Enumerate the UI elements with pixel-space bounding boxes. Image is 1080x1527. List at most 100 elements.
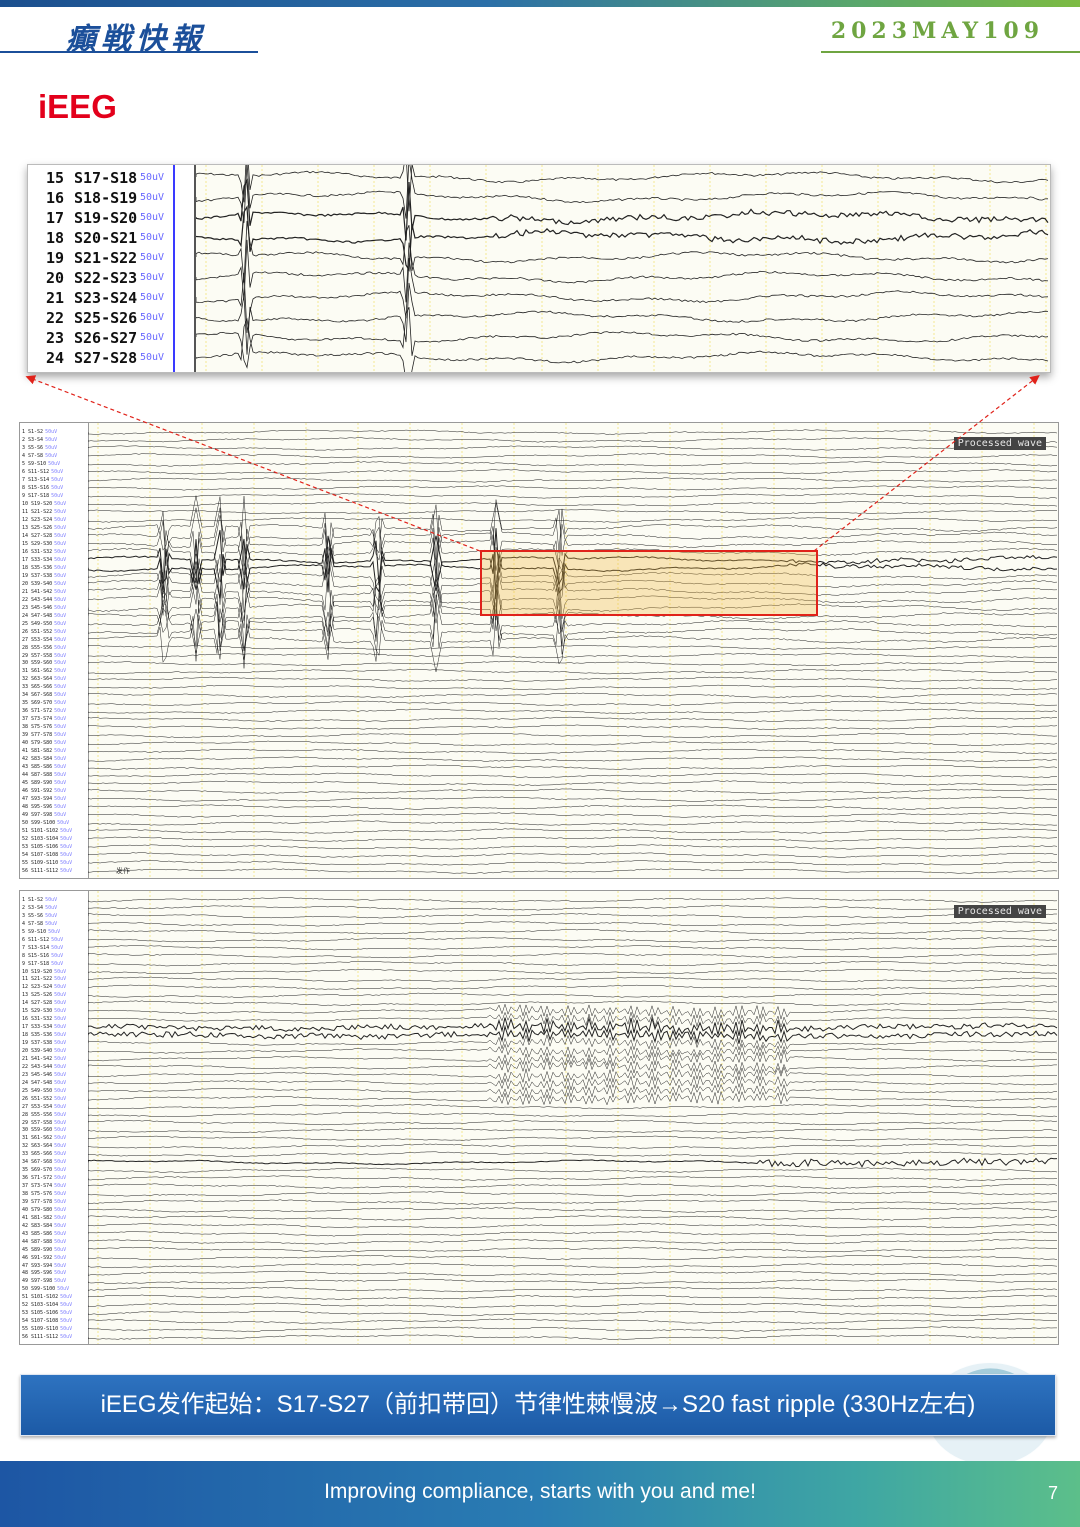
channel-label: 46 S91-S92 50uV bbox=[22, 788, 67, 795]
channel-label: 2 S3-S4 50uV bbox=[22, 904, 58, 911]
channel-label: 20 S39-S40 50uV bbox=[22, 1047, 67, 1054]
channel-label: 40 S79-S80 50uV bbox=[22, 1206, 67, 1213]
channel-label: 17 S33-S34 50uV bbox=[22, 1024, 67, 1031]
channel-label: 37 S73-S74 50uV bbox=[22, 716, 67, 723]
channel-label: 25 S49-S50 50uV bbox=[22, 620, 67, 627]
channel-label: 34 S67-S68 50uV bbox=[22, 1159, 67, 1166]
channel-label: 32 S63-S64 50uV bbox=[22, 1143, 67, 1150]
caption-text: iEEG发作起始：S17-S27（前扣带回）节律性棘慢波→S20 fast ri… bbox=[100, 1391, 976, 1418]
channel-label: 1 S1-S2 50uV bbox=[22, 897, 58, 903]
channel-label: 52 S103-S104 50uV bbox=[22, 1302, 73, 1309]
channel-label: 48 S95-S96 50uV bbox=[22, 804, 67, 811]
channel-label: 56 S111-S112 50uV bbox=[22, 868, 73, 875]
left-arrow bbox=[25, 375, 481, 552]
channel-label: 51 S101-S102 50uV bbox=[22, 1294, 73, 1301]
channel-label: 39 S77-S78 50uV bbox=[22, 732, 67, 739]
channel-label: 50 S99-S100 50uV bbox=[22, 1286, 70, 1293]
channel-label: 42 S83-S84 50uV bbox=[22, 1222, 67, 1229]
channel-label: 31 S61-S62 50uV bbox=[22, 668, 67, 675]
channel-label: 21 S41-S42 50uV bbox=[22, 1055, 67, 1062]
channel-label: 11 S21-S22 50uV bbox=[22, 976, 67, 983]
channel-label: 41 S81-S82 50uV bbox=[22, 748, 67, 755]
channel-label: 10 S19-S20 50uV bbox=[22, 968, 67, 975]
footer-bar: Improving compliance, starts with you an… bbox=[0, 1461, 1080, 1527]
channel-label: 31 S61-S62 50uV bbox=[22, 1135, 67, 1142]
channel-label: 8 S15-S16 50uV bbox=[22, 952, 64, 959]
zoom-callout-arrows bbox=[25, 375, 1040, 552]
channel-label: 43 S85-S86 50uV bbox=[22, 1230, 67, 1237]
channel-label: 40 S79-S80 50uV bbox=[22, 740, 67, 747]
channel-label: 53 S105-S106 50uV bbox=[22, 844, 73, 851]
channel-label: 54 S107-S108 50uV bbox=[22, 852, 73, 859]
channel-label: 7 S13-S14 50uV bbox=[22, 944, 64, 951]
right-arrow bbox=[813, 375, 1040, 552]
channel-label: 33 S65-S66 50uV bbox=[22, 684, 67, 691]
channel-label: 49 S97-S98 50uV bbox=[22, 812, 67, 819]
footer-slogan: Improving compliance, starts with you an… bbox=[324, 1480, 756, 1503]
channel-label: 36 S71-S72 50uV bbox=[22, 1175, 67, 1182]
channel-label: 38 S75-S76 50uV bbox=[22, 724, 67, 731]
channel-label: 12 S23-S24 50uV bbox=[22, 984, 67, 991]
page-number: 7 bbox=[1047, 1483, 1058, 1503]
processed-wave-badge: Processed wave bbox=[953, 905, 1046, 918]
seizure-marker-label: 发作 bbox=[116, 867, 130, 875]
channel-label: 33 S65-S66 50uV bbox=[22, 1151, 67, 1158]
channel-label: 3 S5-S6 50uV bbox=[22, 912, 58, 919]
channel-label: 44 S87-S88 50uV bbox=[22, 1238, 67, 1245]
channel-label: 44 S87-S88 50uV bbox=[22, 772, 67, 779]
channel-label: 41 S81-S82 50uV bbox=[22, 1214, 67, 1221]
eeg-recording-fast-ripple: 1 S1-S2 50uV 2 S3-S4 50uV 3 S5-S6 50uV 4 S7-S8… bbox=[19, 890, 1059, 1345]
channel-label: 53 S105-S106 50uV bbox=[22, 1310, 73, 1317]
channel-label: 45 S89-S90 50uV bbox=[22, 1246, 67, 1253]
channel-label: 47 S93-S94 50uV bbox=[22, 796, 67, 803]
channel-label: 24 S47-S48 50uV bbox=[22, 1079, 67, 1086]
channel-label: 37 S73-S74 50uV bbox=[22, 1183, 67, 1190]
channel-label: 49 S97-S98 50uV bbox=[22, 1278, 67, 1285]
channel-label: 13 S25-S26 50uV bbox=[22, 992, 67, 999]
eeg-traces-fast-ripple bbox=[88, 891, 1058, 1344]
channel-label: 25 S49-S50 50uV bbox=[22, 1087, 67, 1094]
channel-label: 54 S107-S108 50uV bbox=[22, 1318, 73, 1325]
channel-label: 9 S17-S18 50uV bbox=[22, 960, 64, 967]
channel-label: 35 S69-S70 50uV bbox=[22, 700, 67, 707]
channel-label: 28 S55-S56 50uV bbox=[22, 1111, 67, 1118]
channel-label: 26 S51-S52 50uV bbox=[22, 1095, 67, 1102]
channel-label: 34 S67-S68 50uV bbox=[22, 692, 67, 699]
channel-label: 55 S109-S110 50uV bbox=[22, 860, 73, 867]
channel-label: 42 S83-S84 50uV bbox=[22, 756, 67, 763]
channel-label: 38 S75-S76 50uV bbox=[22, 1191, 67, 1198]
channel-label: 28 S55-S56 50uV bbox=[22, 644, 67, 651]
channel-label: 35 S69-S70 50uV bbox=[22, 1167, 67, 1174]
channel-label: 27 S53-S54 50uV bbox=[22, 1103, 67, 1110]
channel-label: 5 S9-S10 50uV bbox=[22, 928, 61, 935]
channel-label: 14 S27-S28 50uV bbox=[22, 1000, 67, 1007]
channel-label: 16 S31-S32 50uV bbox=[22, 1016, 67, 1023]
channel-label: 4 S7-S8 50uV bbox=[22, 920, 58, 927]
channel-label: 30 S59-S60 50uV bbox=[22, 1127, 67, 1134]
channel-label: 48 S95-S96 50uV bbox=[22, 1270, 67, 1277]
channel-label: 22 S43-S44 50uV bbox=[22, 1063, 67, 1070]
caption-bar: iEEG发作起始：S17-S27（前扣带回）节律性棘慢波→S20 fast ri… bbox=[20, 1374, 1056, 1436]
channel-label: 32 S63-S64 50uV bbox=[22, 676, 67, 683]
channel-label: 47 S93-S94 50uV bbox=[22, 1262, 67, 1269]
channel-label-column: 1 S1-S2 50uV 2 S3-S4 50uV 3 S5-S6 50uV 4 S7-S8… bbox=[20, 891, 89, 1344]
channel-label: 50 S99-S100 50uV bbox=[22, 820, 70, 827]
channel-label: 51 S101-S102 50uV bbox=[22, 828, 73, 835]
channel-label: 29 S57-S58 50uV bbox=[22, 1119, 67, 1126]
channel-label: 15 S29-S30 50uV bbox=[22, 1008, 67, 1015]
channel-label: 46 S91-S92 50uV bbox=[22, 1254, 67, 1261]
channel-label: 30 S59-S60 50uV bbox=[22, 660, 67, 667]
channel-label: 29 S57-S58 50uV bbox=[22, 652, 67, 659]
channel-label: 18 S35-S36 50uV bbox=[22, 1032, 67, 1039]
channel-label: 36 S71-S72 50uV bbox=[22, 708, 67, 715]
channel-label: 27 S53-S54 50uV bbox=[22, 636, 67, 643]
channel-label: 56 S111-S112 50uV bbox=[22, 1334, 73, 1341]
channel-label: 19 S37-S38 50uV bbox=[22, 1040, 67, 1047]
channel-label: 6 S11-S12 50uV bbox=[22, 936, 64, 943]
channel-label: 43 S85-S86 50uV bbox=[22, 764, 67, 771]
channel-label: 26 S51-S52 50uV bbox=[22, 628, 67, 635]
channel-label: 52 S103-S104 50uV bbox=[22, 836, 73, 843]
channel-label: 23 S45-S46 50uV bbox=[22, 1071, 67, 1078]
channel-label: 55 S109-S110 50uV bbox=[22, 1326, 73, 1333]
channel-label: 39 S77-S78 50uV bbox=[22, 1198, 67, 1205]
